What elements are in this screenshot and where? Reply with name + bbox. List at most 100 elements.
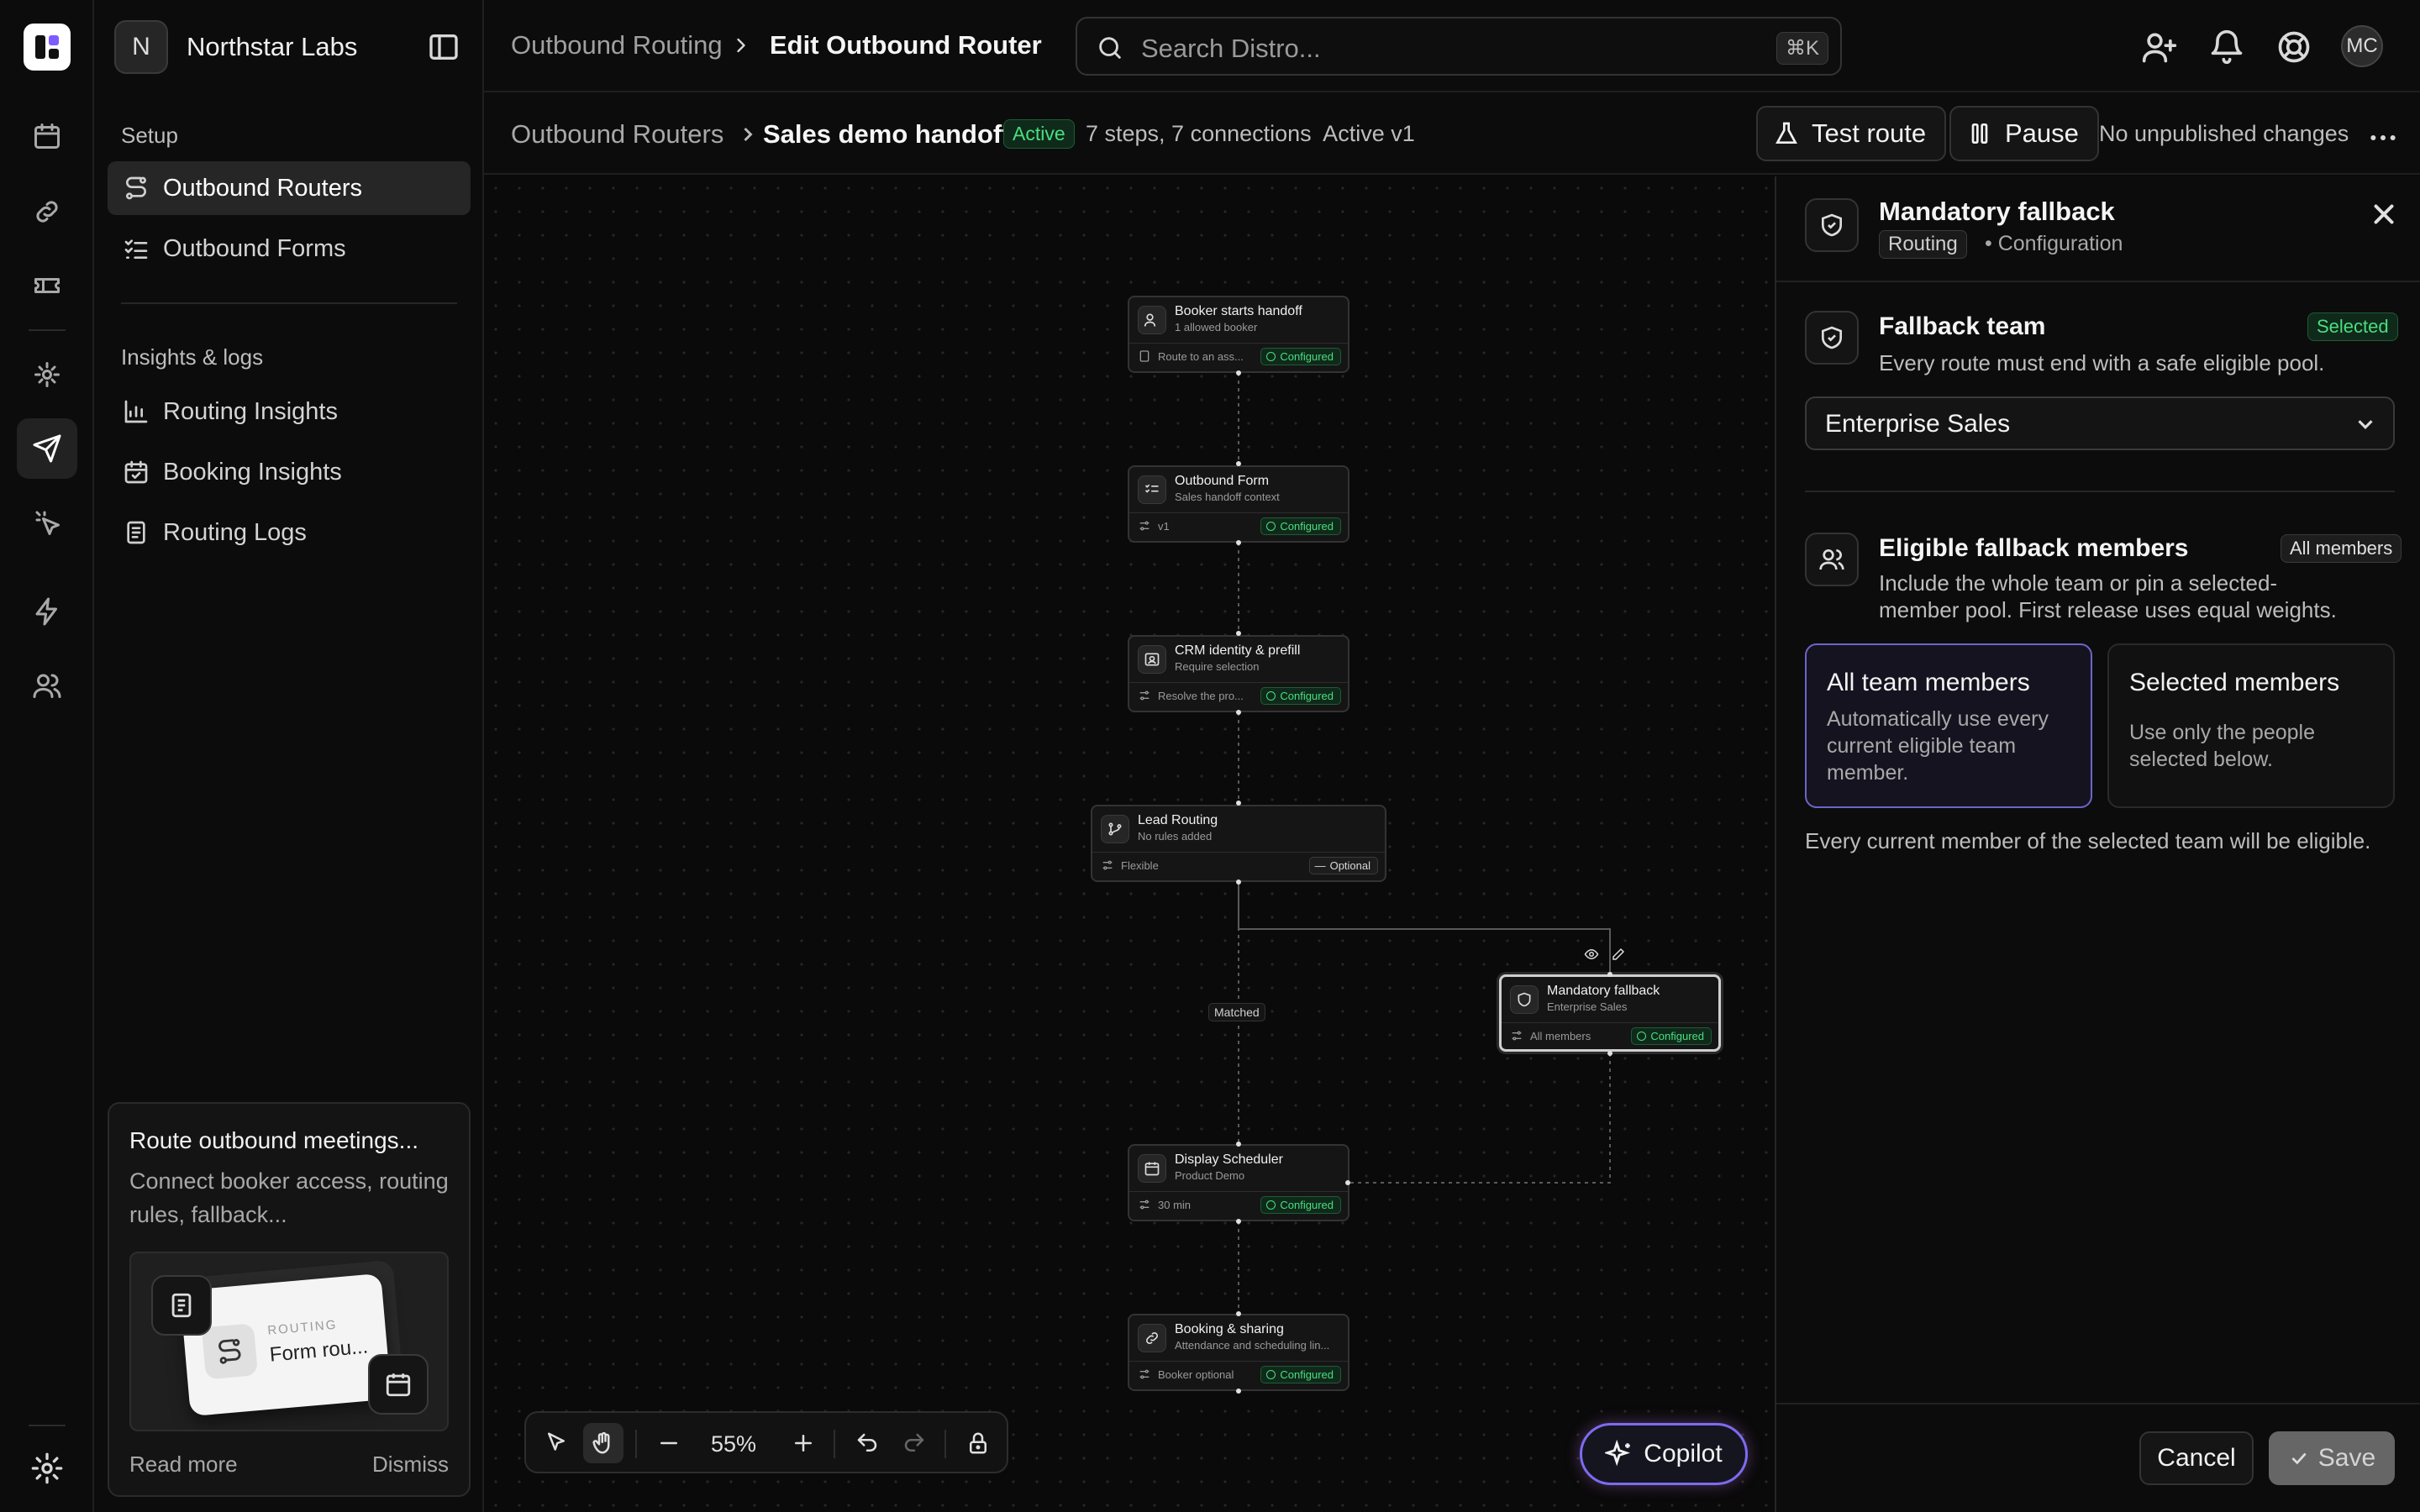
node-port[interactable] [1236, 1311, 1241, 1316]
status-badge: Configured [1260, 348, 1341, 365]
settings-icon[interactable] [30, 1452, 64, 1485]
cursor-click-icon[interactable] [17, 492, 77, 553]
search-input[interactable]: Search Distro... ⌘K [1076, 17, 1842, 76]
node-port[interactable] [1236, 801, 1241, 806]
pointer-icon[interactable] [536, 1423, 576, 1463]
node-port[interactable] [1236, 540, 1241, 545]
panel-divider [1805, 491, 2395, 492]
node-port[interactable] [1236, 631, 1241, 636]
node-port[interactable] [1236, 1389, 1241, 1394]
node-subtitle: Attendance and scheduling lin... [1175, 1339, 1330, 1352]
cancel-button[interactable]: Cancel [2139, 1431, 2254, 1485]
node-port[interactable] [1236, 710, 1241, 715]
add-user-icon[interactable] [2141, 29, 2178, 66]
users-icon[interactable] [17, 655, 77, 716]
zap-icon[interactable] [17, 581, 77, 642]
node-badge-text: Configured [1280, 350, 1334, 363]
more-icon[interactable] [2366, 121, 2400, 155]
sidebar-toggle-icon[interactable] [427, 30, 460, 64]
zoom-level[interactable]: 55% [711, 1431, 756, 1457]
flow-canvas[interactable]: Booker starts handoff 1 allowed booker R… [484, 176, 1775, 1512]
send-icon[interactable] [17, 418, 77, 479]
calendar-icon [368, 1354, 429, 1415]
node-footer: 30 min [1138, 1198, 1191, 1211]
node-port[interactable] [1607, 972, 1612, 977]
close-icon[interactable] [2368, 198, 2400, 230]
node-port[interactable] [1607, 1051, 1612, 1056]
save-button[interactable]: Save [2269, 1431, 2395, 1485]
router-title: Sales demo handoff [763, 119, 1011, 149]
route-icon [201, 1323, 259, 1380]
help-icon[interactable] [2275, 29, 2312, 66]
node-title: CRM identity & prefill [1175, 643, 1301, 658]
flow-node-display-scheduler[interactable]: Display Scheduler Product Demo 30 min Co… [1128, 1144, 1349, 1221]
undo-icon[interactable] [847, 1423, 887, 1463]
toolbar-divider [635, 1430, 637, 1458]
sidebar-item-outbound-forms[interactable]: Outbound Forms [108, 222, 471, 276]
ticket-icon[interactable] [17, 255, 77, 316]
flow-node-crm-identity[interactable]: CRM identity & prefill Require selection… [1128, 635, 1349, 712]
node-divider [1502, 1022, 1718, 1023]
flow-node-booker-start[interactable]: Booker starts handoff 1 allowed booker R… [1128, 296, 1349, 373]
node-port[interactable] [1345, 1180, 1350, 1185]
pencil-icon[interactable] [1608, 944, 1628, 964]
sidebar-item-label: Routing Insights [163, 397, 338, 425]
user-avatar[interactable]: MC [2341, 25, 2383, 67]
org-switcher[interactable]: N Northstar Labs [114, 20, 357, 74]
node-subtitle: 1 allowed booker [1175, 321, 1258, 333]
node-port[interactable] [1236, 1142, 1241, 1147]
flow-node-booking-sharing[interactable]: Booking & sharing Attendance and schedul… [1128, 1314, 1349, 1391]
node-divider [1092, 852, 1385, 853]
read-more-link[interactable]: Read more [129, 1452, 238, 1478]
optional-badge: — Optional [1308, 857, 1378, 874]
shield-icon [1510, 985, 1539, 1014]
dismiss-button[interactable]: Dismiss [372, 1452, 449, 1478]
status-badge: Configured [1631, 1027, 1712, 1045]
sidebar-item-routing-insights[interactable]: Routing Insights [108, 385, 471, 438]
users-icon [1805, 533, 1859, 586]
eye-icon[interactable] [1581, 944, 1602, 964]
node-subtitle: No rules added [1138, 830, 1213, 843]
bell-icon[interactable] [2208, 29, 2245, 66]
copilot-button[interactable]: Copilot [1580, 1423, 1748, 1485]
test-route-label: Test route [1812, 118, 1927, 148]
illustration-kicker: ROUTING [266, 1317, 339, 1338]
lock-icon[interactable] [958, 1423, 998, 1463]
option-all-team-members[interactable]: All team members Automatically use every… [1805, 643, 2092, 808]
flow-node-lead-routing[interactable]: Lead Routing No rules added Flexible — Op… [1091, 805, 1386, 882]
flow-node-outbound-form[interactable]: Outbound Form Sales handoff context v1 C… [1128, 465, 1349, 543]
publish-status: No unpublished changes [2099, 121, 2349, 146]
sidebar-item-outbound-routers[interactable]: Outbound Routers [108, 161, 471, 215]
test-route-button[interactable]: Test route [1756, 106, 1947, 161]
node-port[interactable] [1236, 370, 1241, 375]
section-label-setup: Setup [121, 123, 178, 148]
fallback-team-select[interactable]: Enterprise Sales [1805, 396, 2395, 450]
sidebar-item-routing-logs[interactable]: Routing Logs [108, 506, 471, 559]
sidebar-item-label: Booking Insights [163, 458, 342, 486]
panel-subtitle-text: Configuration [1997, 232, 2123, 255]
panel-subtitle: • Configuration [1985, 232, 2123, 255]
node-port[interactable] [1236, 461, 1241, 466]
link-icon[interactable] [17, 181, 77, 242]
link-icon [1138, 1324, 1166, 1352]
check-icon [2291, 1452, 2307, 1465]
option-selected-members[interactable]: Selected members Use only the people sel… [2107, 643, 2395, 808]
zoom-out-icon[interactable] [649, 1423, 689, 1463]
node-port[interactable] [1236, 879, 1241, 885]
zoom-in-icon[interactable] [783, 1423, 823, 1463]
app-logo-icon[interactable] [24, 24, 71, 71]
status-badge: Configured [1260, 1366, 1341, 1383]
node-port[interactable] [1236, 1219, 1241, 1224]
flow-node-mandatory-fallback[interactable]: Mandatory fallback Enterprise Sales All … [1499, 974, 1721, 1052]
breadcrumb-parent[interactable]: Outbound Routing [511, 30, 723, 60]
breadcrumb-parent[interactable]: Outbound Routers [511, 119, 723, 150]
pause-button[interactable]: Pause [1949, 106, 2099, 161]
search-icon [1096, 34, 1124, 62]
redo-icon[interactable] [894, 1423, 934, 1463]
bar-chart-icon [124, 400, 148, 423]
hand-icon[interactable] [583, 1423, 623, 1463]
sidebar-item-booking-insights[interactable]: Booking Insights [108, 445, 471, 499]
calendar-icon[interactable] [17, 106, 77, 166]
routing-icon[interactable] [17, 344, 77, 405]
status-badge: Configured [1260, 687, 1341, 705]
